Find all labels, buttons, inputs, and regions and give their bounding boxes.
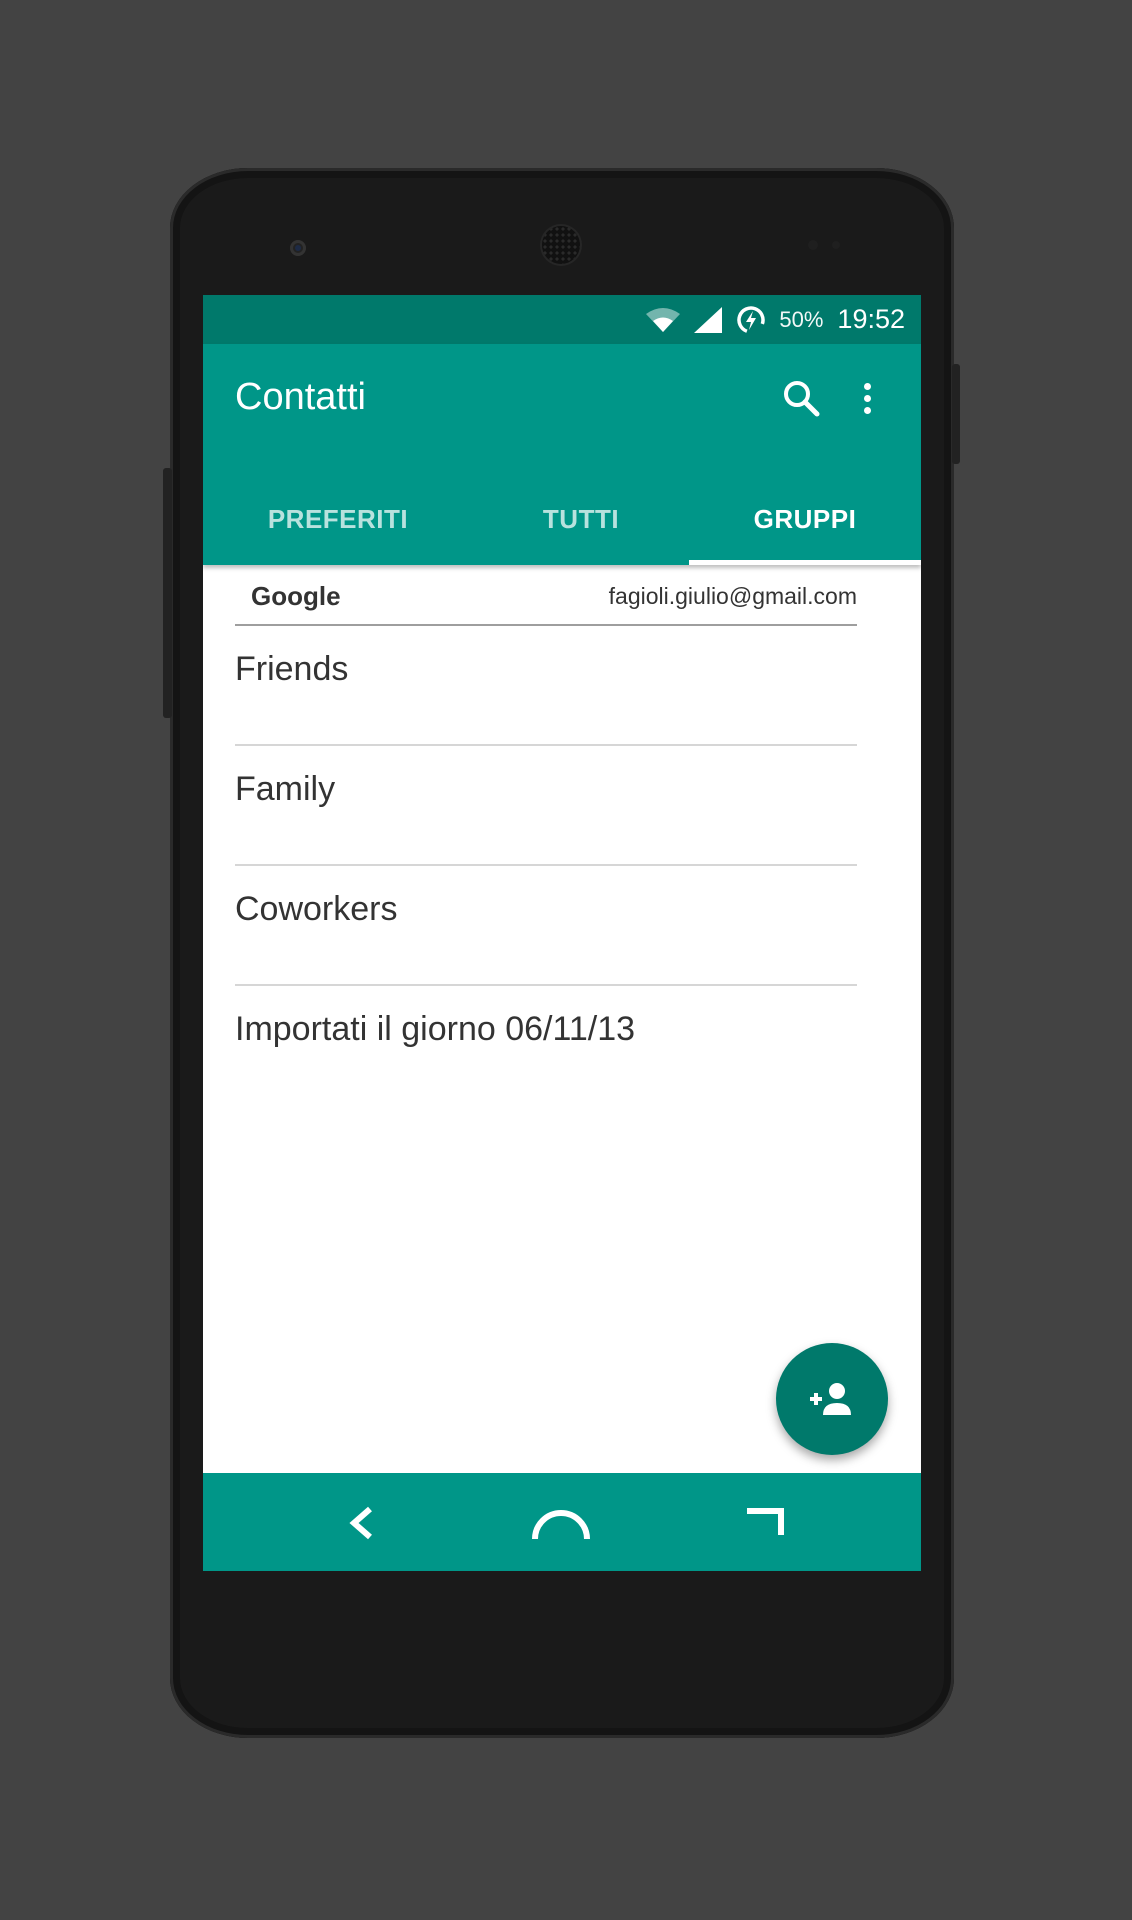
back-button[interactable]: [331, 1493, 391, 1553]
home-icon: [532, 1510, 590, 1540]
tab-gruppi[interactable]: GRUPPI: [689, 474, 921, 565]
status-bar: 50% 19:52: [203, 295, 921, 344]
account-type: Google: [251, 581, 341, 611]
recents-button[interactable]: [735, 1493, 795, 1553]
tab-bar: PREFERITI TUTTI GRUPPI: [203, 474, 921, 565]
navigation-bar: [203, 1473, 921, 1571]
app-bar: Contatti PREFERITI TUTTI GRUPPI: [203, 344, 921, 565]
account-email: fagioli.giulio@gmail.com: [608, 583, 857, 609]
front-camera: [290, 240, 306, 256]
group-name: Importati il giorno 06/11/13: [235, 1010, 636, 1048]
list-item[interactable]: Coworkers: [235, 866, 857, 986]
proximity-sensor: [808, 240, 818, 250]
cell-signal-icon: [693, 306, 723, 334]
group-name: Coworkers: [235, 890, 398, 928]
overflow-menu-icon: [863, 382, 871, 390]
phone-frame: 50% 19:52 Contatti PREFERITI TUTTI GRUPP…: [163, 168, 960, 1738]
tab-preferiti[interactable]: PREFERITI: [203, 474, 473, 565]
home-button[interactable]: [531, 1493, 591, 1553]
overflow-menu-button[interactable]: [847, 376, 887, 420]
add-contact-fab[interactable]: [776, 1343, 888, 1455]
page-title: Contatti: [235, 376, 366, 418]
screen: 50% 19:52 Contatti PREFERITI TUTTI GRUPP…: [203, 295, 921, 1571]
group-name: Family: [235, 770, 336, 808]
tab-tutti[interactable]: TUTTI: [473, 474, 689, 565]
volume-button: [163, 468, 172, 718]
wifi-icon: [645, 307, 681, 333]
back-icon: [349, 1506, 372, 1540]
list-item[interactable]: Importati il giorno 06/11/13: [235, 986, 857, 1106]
add-person-icon: [810, 1383, 851, 1415]
groups-list: Google fagioli.giulio@gmail.com Friends …: [203, 565, 921, 1473]
recents-icon: [747, 1508, 784, 1535]
battery-percent: 50%: [779, 306, 824, 332]
account-header: Google fagioli.giulio@gmail.com: [235, 565, 857, 626]
battery-saver-icon: [735, 304, 767, 336]
clock: 19:52: [837, 304, 905, 334]
list-item[interactable]: Family: [235, 746, 857, 866]
earpiece-speaker: [542, 226, 580, 264]
search-button[interactable]: [779, 376, 823, 420]
group-name: Friends: [235, 650, 349, 688]
list-item[interactable]: Friends: [235, 626, 857, 746]
search-icon: [784, 381, 820, 417]
light-sensor: [832, 241, 840, 249]
power-button: [952, 364, 960, 464]
